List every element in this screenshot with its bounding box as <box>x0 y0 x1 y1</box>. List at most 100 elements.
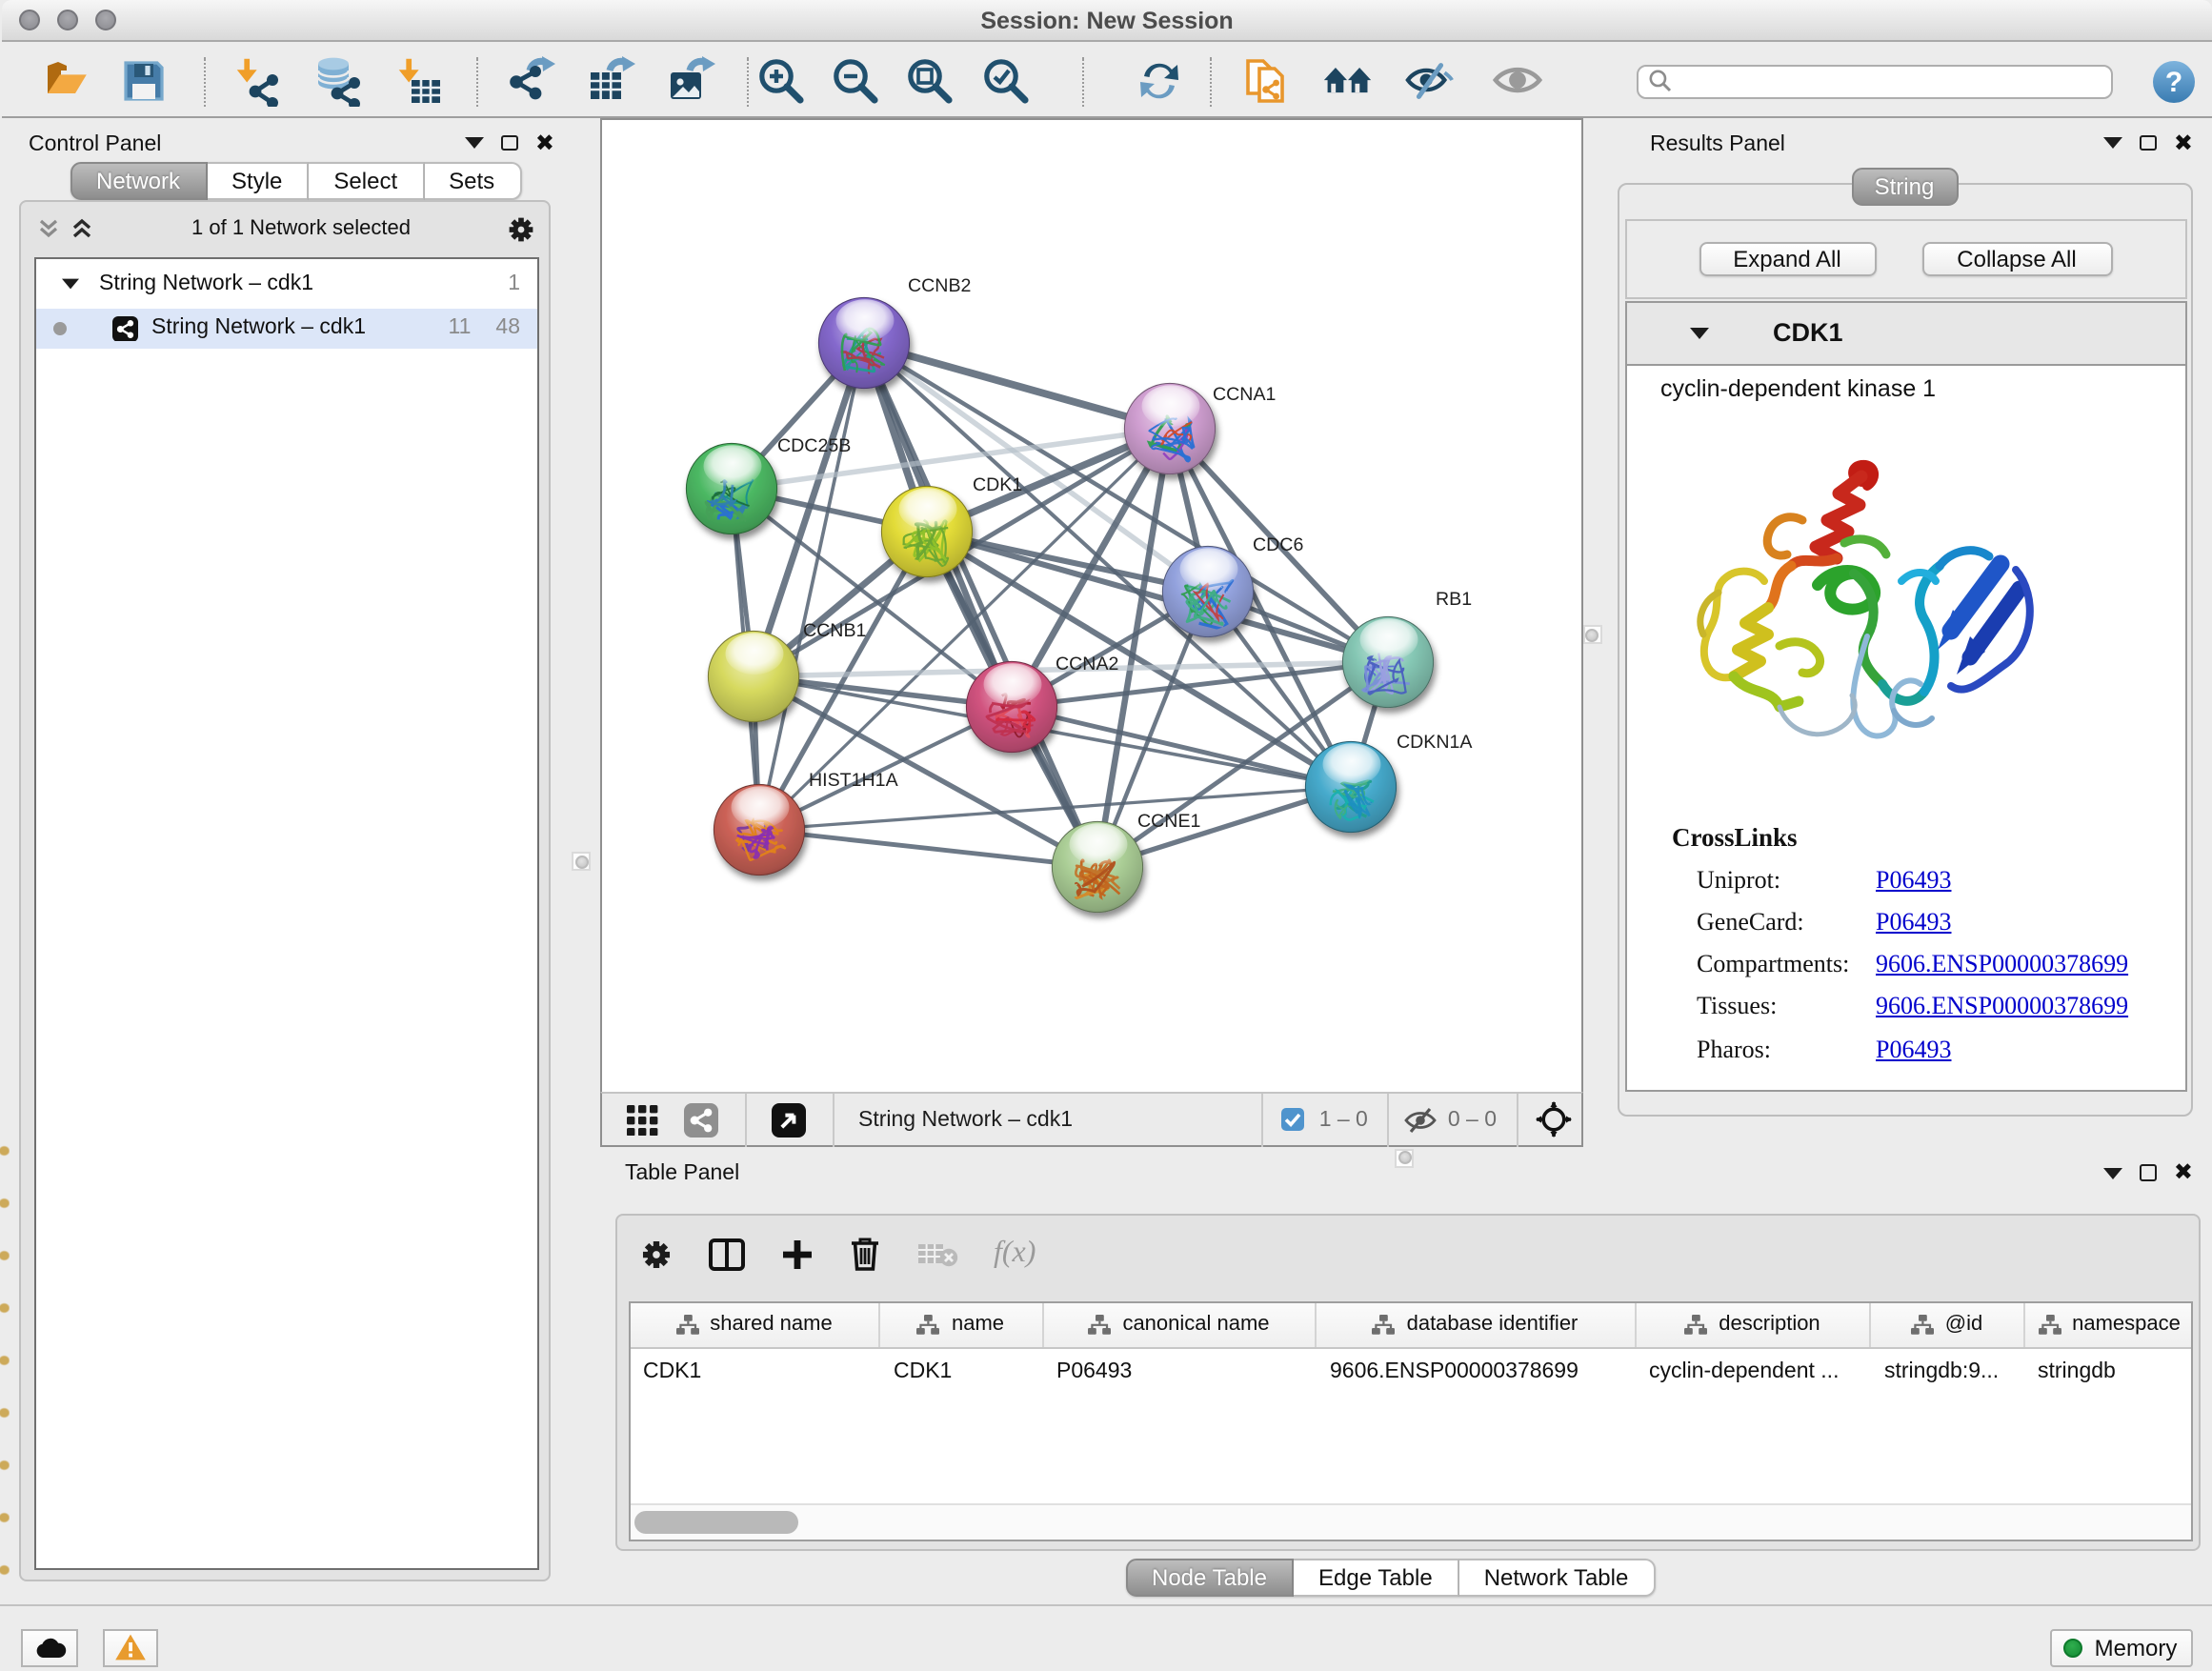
cell-canonical-name[interactable]: P06493 <box>1043 1348 1317 1394</box>
edge-CCNB2-CCNE1[interactable] <box>863 343 1096 867</box>
gene-section-header[interactable]: CDK1 <box>1626 303 2184 365</box>
table-horizontal-scrollbar[interactable] <box>630 1502 2191 1539</box>
control-panel-float-icon[interactable] <box>502 135 518 151</box>
collapse-all-button[interactable]: Collapse All <box>1921 241 2112 276</box>
network-node-RB1[interactable] <box>1341 616 1432 707</box>
zoom-selected-icon[interactable] <box>979 54 1031 106</box>
tab-sets[interactable]: Sets <box>424 162 521 199</box>
control-panel-close-icon[interactable]: ✖ <box>535 134 554 151</box>
cell--id[interactable]: stringdb:9... <box>1871 1348 2024 1394</box>
cell-namespace[interactable]: stringdb <box>2024 1348 2193 1394</box>
network-canvas[interactable]: CCNB2CCNA1CDC25BCDK1CDC6RB1CCNB1CCNA2CDK… <box>599 118 1582 1147</box>
column-header--id[interactable]: @id <box>1871 1302 2024 1346</box>
tab-edge-table[interactable]: Edge Table <box>1294 1559 1459 1596</box>
node-label-CDC6[interactable]: CDC6 <box>1252 534 1302 555</box>
cell-name[interactable]: CDK1 <box>880 1348 1043 1394</box>
split-table-icon[interactable] <box>708 1238 744 1270</box>
node-label-CCNA2[interactable]: CCNA2 <box>1055 654 1117 674</box>
network-node-CDK1[interactable] <box>880 486 971 576</box>
network-node-CCNA1[interactable] <box>1123 383 1214 473</box>
column-header-canonical-name[interactable]: canonical name <box>1043 1302 1317 1346</box>
network-collection-row[interactable]: String Network – cdk1 1 <box>36 258 537 308</box>
expand-all-button[interactable]: Expand All <box>1699 241 1876 276</box>
results-panel-close-icon[interactable]: ✖ <box>2174 134 2193 151</box>
import-table-icon[interactable] <box>394 54 446 106</box>
control-panel-menu-icon[interactable] <box>466 137 485 149</box>
search-input[interactable] <box>1637 64 2113 99</box>
open-session-icon[interactable] <box>40 54 91 106</box>
expand-all-icon[interactable] <box>69 217 95 240</box>
zoom-out-icon[interactable] <box>829 54 880 106</box>
column-header-database-identifier[interactable]: database identifier <box>1317 1302 1636 1346</box>
open-in-window-icon[interactable] <box>763 1094 814 1145</box>
crosslink-tissues[interactable]: 9606.ENSP00000378699 <box>1876 991 2128 1019</box>
collection-expander-icon[interactable] <box>62 278 79 289</box>
results-panel-menu-icon[interactable] <box>2104 137 2123 149</box>
delete-column-icon[interactable] <box>849 1237 879 1271</box>
home-view-icon[interactable] <box>1322 54 1374 106</box>
network-node-CCNA2[interactable] <box>965 661 1056 752</box>
network-node-CDC6[interactable] <box>1161 546 1252 636</box>
grid-view-icon[interactable] <box>616 1094 668 1145</box>
zoom-fit-icon[interactable] <box>903 54 955 106</box>
warning-button[interactable] <box>103 1628 158 1666</box>
export-table-icon[interactable] <box>585 54 636 106</box>
show-all-icon[interactable] <box>1492 54 1543 106</box>
node-label-CCNA1[interactable]: CCNA1 <box>1212 384 1275 405</box>
node-label-RB1[interactable]: RB1 <box>1435 589 1471 610</box>
add-column-icon[interactable] <box>780 1238 813 1270</box>
network-row[interactable]: String Network – cdk1 11 48 <box>36 308 537 349</box>
zoom-in-icon[interactable] <box>754 54 806 106</box>
selected-checkbox-icon[interactable] <box>1281 1107 1306 1132</box>
copy-network-icon[interactable] <box>1240 54 1292 106</box>
tab-style[interactable]: Style <box>207 162 309 199</box>
network-node-HIST1H1A[interactable] <box>713 784 803 875</box>
tab-string[interactable]: String <box>1851 168 1958 205</box>
node-label-HIST1H1A[interactable]: HIST1H1A <box>808 770 898 791</box>
column-header-description[interactable]: description <box>1636 1302 1871 1346</box>
crosslink-pharos[interactable]: P06493 <box>1876 1034 1951 1062</box>
tab-node-table[interactable]: Node Table <box>1125 1559 1294 1596</box>
results-panel-float-icon[interactable] <box>2141 135 2157 151</box>
refresh-layout-icon[interactable] <box>1134 54 1185 106</box>
scrollbar-thumb[interactable] <box>634 1510 798 1534</box>
column-header-name[interactable]: name <box>880 1302 1043 1346</box>
help-icon[interactable]: ? <box>2147 56 2199 108</box>
node-label-CCNE1[interactable]: CCNE1 <box>1136 811 1199 832</box>
import-network-icon[interactable] <box>232 54 284 106</box>
export-image-icon[interactable] <box>665 54 716 106</box>
network-node-CDC25B[interactable] <box>685 443 775 534</box>
column-header-namespace[interactable]: namespace <box>2024 1302 2193 1346</box>
network-options-gear-icon[interactable] <box>507 214 535 243</box>
edge-CCNB2-HIST1H1A[interactable] <box>758 343 863 830</box>
save-session-icon[interactable] <box>118 54 170 106</box>
cell-description[interactable]: cyclin-dependent ... <box>1636 1348 1871 1394</box>
gene-expander-icon[interactable] <box>1689 328 1708 339</box>
node-label-CCNB1[interactable]: CCNB1 <box>802 620 865 641</box>
node-label-CCNB2[interactable]: CCNB2 <box>907 275 970 296</box>
network-node-CCNB1[interactable] <box>707 631 797 721</box>
table-panel-menu-icon[interactable] <box>2104 1167 2123 1178</box>
edge-HIST1H1A-CCNE1[interactable] <box>758 830 1096 867</box>
node-label-CDK1[interactable]: CDK1 <box>972 474 1021 495</box>
node-label-CDKN1A[interactable]: CDKN1A <box>1396 732 1472 753</box>
export-network-icon[interactable] <box>505 54 556 106</box>
memory-button[interactable]: Memory <box>2049 1628 2192 1666</box>
network-node-CCNE1[interactable] <box>1051 821 1141 912</box>
network-node-CDKN1A[interactable] <box>1304 741 1395 832</box>
locator-icon[interactable] <box>1535 1101 1571 1137</box>
cell-shared-name[interactable]: CDK1 <box>630 1348 880 1394</box>
crosslink-uniprot[interactable]: P06493 <box>1876 864 1951 893</box>
table-panel-close-icon[interactable]: ✖ <box>2174 1164 2193 1181</box>
table-settings-icon[interactable] <box>639 1238 672 1270</box>
column-header-shared-name[interactable]: shared name <box>630 1302 880 1346</box>
cell-database-identifier[interactable]: 9606.ENSP00000378699 <box>1317 1348 1636 1394</box>
left-splitter-handle[interactable] <box>572 852 591 871</box>
collapse-all-icon[interactable] <box>36 217 61 240</box>
crosslink-genecard[interactable]: P06493 <box>1876 906 1951 935</box>
share-view-icon[interactable] <box>675 1094 727 1145</box>
tab-network-table[interactable]: Network Table <box>1459 1559 1656 1596</box>
table-row[interactable]: CDK1CDK1P064939606.ENSP00000378699cyclin… <box>630 1348 2191 1394</box>
network-node-CCNB2[interactable] <box>817 297 908 388</box>
right-splitter-handle[interactable] <box>1582 625 1601 644</box>
